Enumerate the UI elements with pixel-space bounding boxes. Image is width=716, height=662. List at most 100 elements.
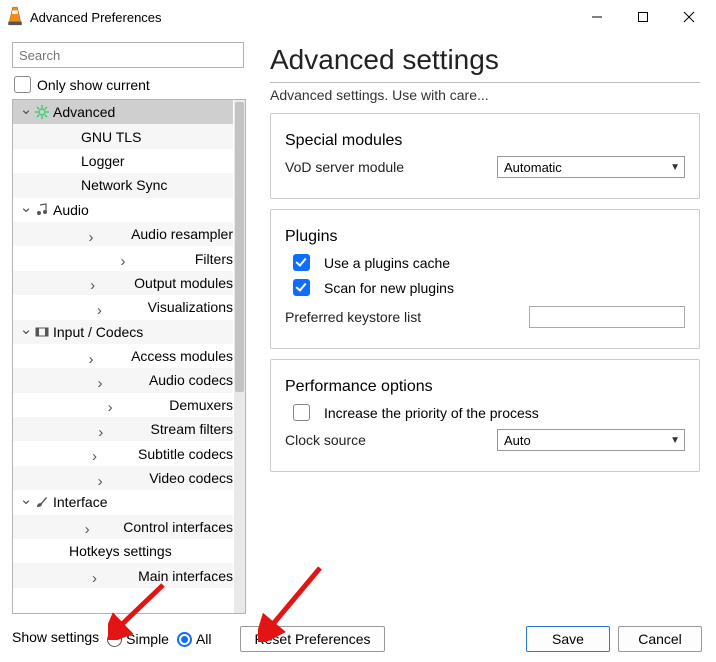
title-bar: Advanced Preferences [0, 0, 716, 34]
page-heading: Advanced settings [270, 44, 700, 83]
only-show-current-label: Only show current [37, 77, 150, 93]
category-icon [33, 105, 51, 119]
clock-select-value: Auto [504, 433, 531, 448]
tree-item[interactable]: Control interfaces [13, 515, 233, 539]
only-show-current-checkbox[interactable] [14, 76, 31, 93]
app-icon [6, 8, 24, 26]
tree-item[interactable]: Subtitle codecs [13, 441, 233, 465]
category-icon [33, 203, 51, 217]
plugins-cache-label: Use a plugins cache [324, 255, 450, 271]
chevron-down-icon[interactable] [19, 201, 33, 219]
settings-tree: Advanced GNU TLS Logger Network Sync Audio Au… [12, 99, 246, 614]
chevron-right-icon[interactable] [51, 417, 147, 442]
tree-item-label: Demuxers [167, 397, 233, 413]
tree-item-label: Control interfaces [121, 519, 233, 535]
tree-item[interactable]: Logger [13, 149, 233, 173]
chevron-down-icon[interactable] [19, 493, 33, 511]
chevron-down-icon: ▼ [670, 162, 680, 173]
chevron-down-icon[interactable] [19, 323, 33, 341]
chevron-down-icon[interactable] [19, 103, 33, 121]
special-modules-group: Special modules VoD server module Automa… [270, 113, 700, 199]
tree-item[interactable]: Output modules [13, 271, 233, 295]
group-legend: Special modules [285, 132, 685, 150]
tree-item[interactable]: Filters [13, 246, 233, 270]
tree-item-label: Advanced [51, 104, 115, 120]
keystore-label: Preferred keystore list [285, 309, 529, 325]
chevron-down-icon: ▼ [670, 435, 680, 446]
tree-item-label: Subtitle codecs [136, 446, 233, 462]
tree-item[interactable]: Visualizations [13, 295, 233, 319]
tree-item[interactable]: Input / Codecs [13, 320, 233, 344]
tree-item-label: Access modules [129, 348, 233, 364]
cancel-button[interactable]: Cancel [618, 626, 702, 652]
chevron-right-icon[interactable] [51, 246, 191, 271]
clock-select[interactable]: Auto ▼ [497, 429, 685, 451]
tree-item-label: Filters [193, 251, 233, 267]
plugins-cache-checkbox[interactable] [293, 254, 310, 271]
tree-item-label: Audio codecs [147, 372, 233, 388]
performance-group: Performance options Increase the priorit… [270, 359, 700, 472]
chevron-right-icon[interactable] [51, 270, 130, 295]
chevron-right-icon[interactable] [51, 344, 127, 369]
tree-scrollbar[interactable] [234, 100, 245, 613]
window-title: Advanced Preferences [30, 10, 574, 25]
tree-item[interactable]: Main interfaces [13, 563, 233, 587]
vod-select[interactable]: Automatic ▼ [497, 156, 685, 178]
all-radio[interactable] [177, 632, 192, 647]
tree-item[interactable]: Interface [13, 490, 233, 514]
plugins-group: Plugins Use a plugins cache Scan for new… [270, 209, 700, 349]
tree-item[interactable]: Network Sync [13, 173, 233, 197]
tree-item-label: Audio [51, 202, 89, 218]
vod-label: VoD server module [285, 159, 497, 175]
tree-item[interactable]: GNU TLS [13, 124, 233, 148]
scan-plugins-label: Scan for new plugins [324, 280, 454, 296]
tree-item[interactable]: Access modules [13, 344, 233, 368]
priority-checkbox[interactable] [293, 404, 310, 421]
search-input[interactable] [12, 42, 244, 68]
page-subheading: Advanced settings. Use with care... [270, 87, 700, 103]
chevron-right-icon[interactable] [51, 295, 144, 320]
chevron-right-icon[interactable] [51, 466, 145, 491]
chevron-right-icon[interactable] [51, 392, 165, 417]
show-settings-label: Show settings [12, 629, 99, 645]
tree-item-label: Audio resampler [129, 226, 233, 242]
tree-item[interactable]: Demuxers [13, 393, 233, 417]
tree-item-label: Output modules [132, 275, 233, 291]
tree-item-label: Video codecs [147, 470, 233, 486]
tree-item[interactable]: Hotkeys settings [13, 539, 233, 563]
save-button[interactable]: Save [526, 626, 610, 652]
keystore-input[interactable] [529, 306, 685, 328]
tree-item-label: Visualizations [146, 299, 233, 315]
chevron-right-icon[interactable] [51, 441, 134, 466]
tree-item-label: Network Sync [79, 177, 167, 193]
tree-item[interactable]: Video codecs [13, 466, 233, 490]
tree-item-label: GNU TLS [79, 129, 141, 145]
reset-preferences-button[interactable]: Reset Preferences [240, 626, 386, 652]
scan-plugins-checkbox[interactable] [293, 279, 310, 296]
priority-label: Increase the priority of the process [324, 405, 539, 421]
group-legend: Plugins [285, 228, 685, 246]
vod-select-value: Automatic [504, 160, 562, 175]
tree-item[interactable]: Advanced [13, 100, 233, 124]
tree-item-label: Logger [79, 153, 125, 169]
tree-item[interactable]: Audio [13, 198, 233, 222]
category-icon [33, 325, 51, 339]
clock-label: Clock source [285, 432, 497, 448]
chevron-right-icon[interactable] [51, 514, 119, 539]
tree-item-label: Hotkeys settings [67, 543, 172, 559]
tree-item-label: Input / Codecs [51, 324, 143, 340]
tree-item[interactable]: Audio codecs [13, 368, 233, 392]
tree-item-label: Interface [51, 494, 107, 510]
maximize-button[interactable] [620, 2, 666, 32]
chevron-right-icon[interactable] [51, 222, 127, 247]
close-button[interactable] [666, 2, 712, 32]
all-label: All [196, 631, 212, 647]
chevron-right-icon[interactable] [51, 563, 134, 588]
simple-label: Simple [126, 631, 169, 647]
tree-item[interactable]: Audio resampler [13, 222, 233, 246]
tree-item[interactable]: Stream filters [13, 417, 233, 441]
tree-item-label: Stream filters [149, 421, 233, 437]
minimize-button[interactable] [574, 2, 620, 32]
simple-radio[interactable] [107, 632, 122, 647]
chevron-right-icon[interactable] [51, 368, 145, 393]
